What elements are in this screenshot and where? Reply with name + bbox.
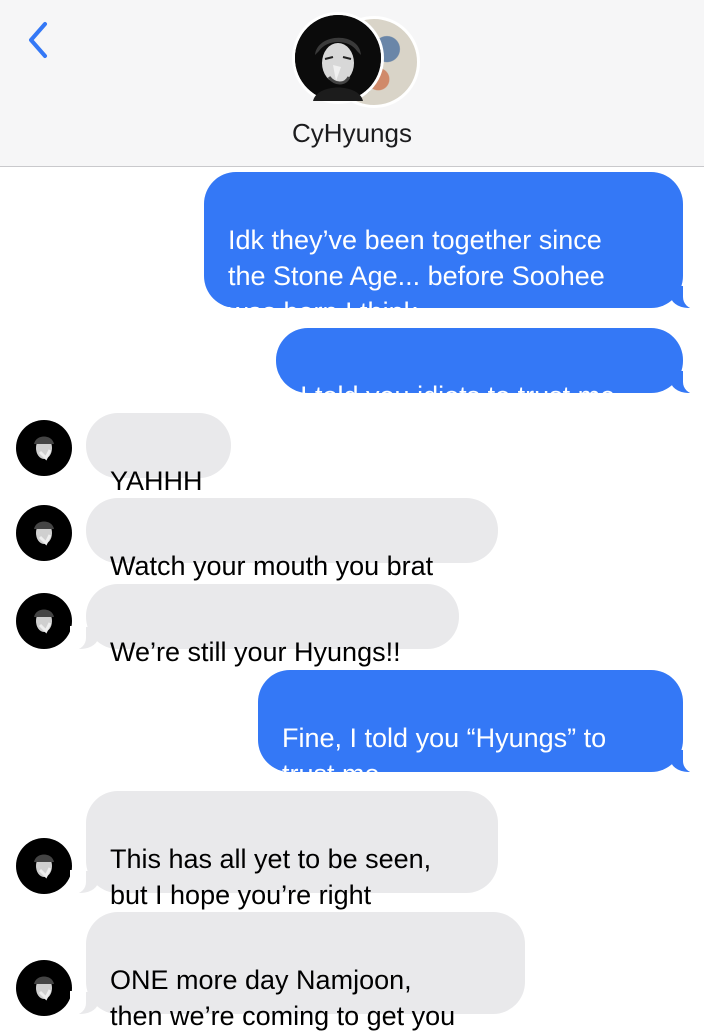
outgoing-message-bubble[interactable]: Fine, I told you “Hyungs” to trust me [258,670,699,789]
message-text: We’re still your Hyungs!! [110,637,401,667]
primary-avatar [292,12,384,104]
person-photo-icon [34,854,54,879]
incoming-message-bubble[interactable]: YAHHH [86,413,231,496]
sender-avatar[interactable] [16,838,72,894]
incoming-message-bubble[interactable]: Watch your mouth you brat [86,498,498,581]
outgoing-message-bubble[interactable]: Idk they’ve been together since the Ston… [204,172,699,327]
message-text: This has all yet to be seen, but I hope … [110,844,432,910]
message-text: Idk they’ve been together since the Ston… [228,225,605,327]
person-photo-icon [34,609,54,634]
incoming-message-bubble[interactable]: This has all yet to be seen, but I hope … [70,791,498,910]
outgoing-message-bubble[interactable]: I told you idiots to trust me [276,328,699,411]
incoming-message-bubble[interactable]: ONE more day Namjoon, then we’re coming … [70,912,525,1031]
incoming-message-bubble[interactable]: We’re still your Hyungs!! [70,584,459,667]
back-button[interactable] [18,18,58,62]
person-photo-icon [34,436,54,461]
chevron-left-icon [29,22,47,58]
message-text: YAHHH [110,466,203,496]
sender-avatar[interactable] [16,420,72,476]
person-photo-icon [34,521,54,546]
message-text: Fine, I told you “Hyungs” to trust me [282,723,607,789]
message-text: ONE more day Namjoon, then we’re coming … [110,965,456,1031]
message-text: I told you idiots to trust me [300,381,616,411]
sender-avatar[interactable] [16,505,72,561]
sender-avatar[interactable] [16,593,72,649]
message-text: Watch your mouth you brat [110,551,434,581]
person-photo-icon [295,15,381,101]
contact-name[interactable]: CyHyungs [0,118,704,149]
sender-avatar[interactable] [16,960,72,1016]
conversation-header: CyHyungs [0,0,704,167]
person-photo-icon [34,976,54,1001]
group-avatar[interactable] [292,12,420,108]
